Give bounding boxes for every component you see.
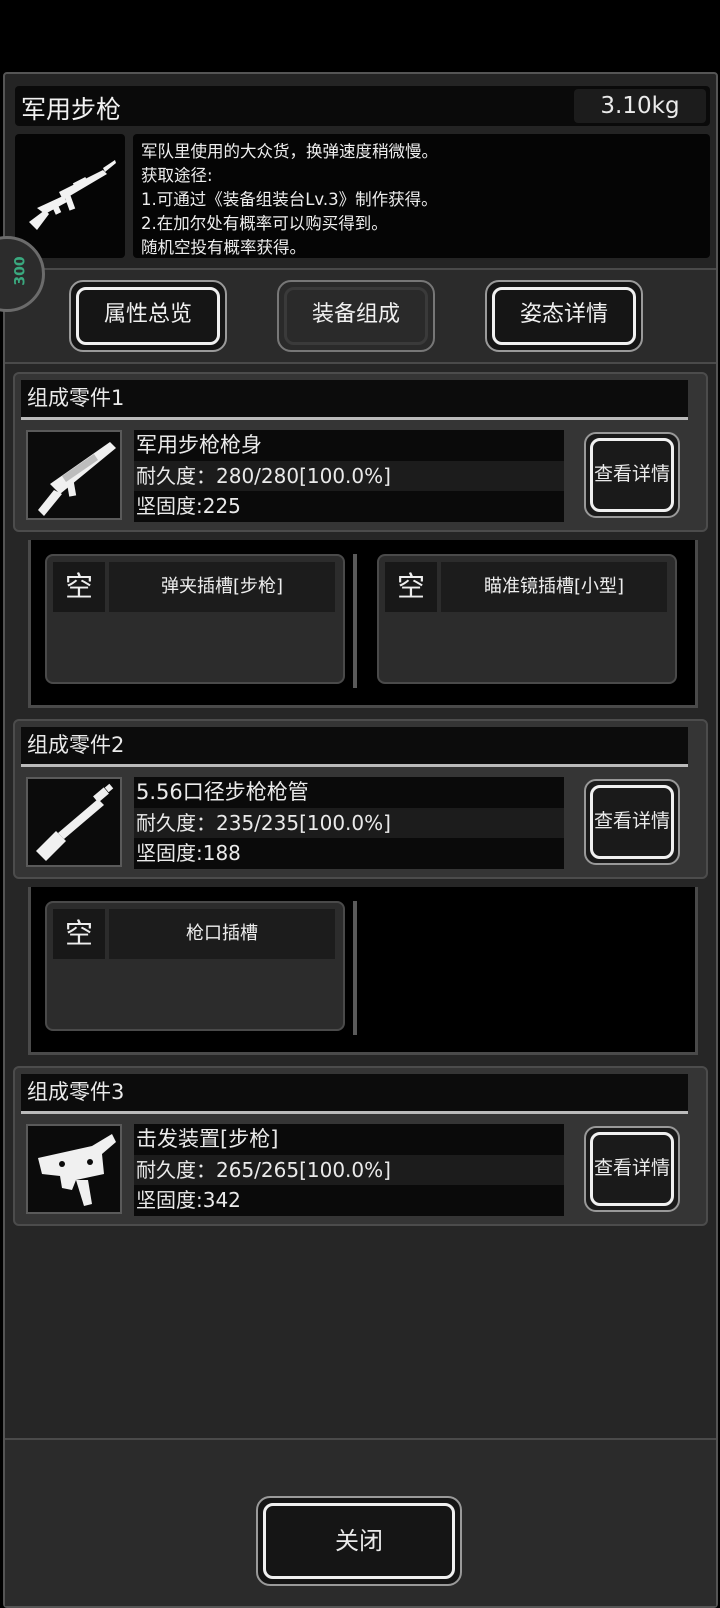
part-hardness: 坚固度:188 [134, 838, 564, 869]
slot-empty-indicator: 空 [53, 909, 105, 959]
part-card: 组成零件1 军用步枪枪身 耐久度：280/280[100.0%] 坚固度:225… [13, 372, 708, 532]
part-name: 5.56口径步枪枪管 [134, 777, 564, 808]
part-name: 击发装置[步枪] [134, 1124, 564, 1155]
slot-row: 空 弹夹插槽[步枪] 空 瞄准镜插槽[小型] [28, 540, 698, 708]
description-line: 随机空投有概率获得。 [141, 238, 306, 257]
part-header: 组成零件1 [21, 380, 688, 420]
slot-divider [353, 901, 357, 1035]
slot-name: 枪口插槽 [109, 909, 335, 959]
rifle-icon [29, 160, 116, 230]
badge-mark: 300 [12, 256, 29, 286]
button-label: 关闭 [335, 1527, 383, 1555]
part-info: 5.56口径步枪枪管 耐久度：235/235[100.0%] 坚固度:188 [134, 777, 564, 869]
button-label: 查看详情 [593, 1157, 670, 1179]
divider [5, 268, 716, 270]
description-line: 2.在加尔处有概率可以购买得到。 [141, 214, 388, 233]
tab-label: 装备组成 [311, 302, 400, 327]
slot-divider [353, 554, 357, 688]
slot-magazine[interactable]: 空 弹夹插槽[步枪] [45, 554, 345, 684]
slot-empty-indicator: 空 [385, 562, 437, 612]
part-icon-box [26, 430, 122, 520]
view-details-button[interactable]: 查看详情 [584, 1126, 680, 1212]
part-header: 组成零件2 [21, 727, 688, 767]
part-durability: 耐久度：265/265[100.0%] [134, 1154, 564, 1186]
slot-name: 瞄准镜插槽[小型] [441, 562, 667, 612]
close-button[interactable]: 关闭 [256, 1496, 462, 1586]
description-line: 1.可通过《装备组装台Lv.3》制作获得。 [141, 190, 438, 209]
title-bar: 军用步枪 3.10kg [15, 86, 710, 126]
description-line: 军队里使用的大众货，换弹速度稍微慢。 [141, 142, 438, 161]
part-info: 击发装置[步枪] 耐久度：265/265[100.0%] 坚固度:342 [134, 1124, 564, 1216]
slot-scope[interactable]: 空 瞄准镜插槽[小型] [377, 554, 677, 684]
view-details-button[interactable]: 查看详情 [584, 432, 680, 518]
part-durability: 耐久度：280/280[100.0%] [134, 460, 564, 492]
slot-name: 弹夹插槽[步枪] [109, 562, 335, 612]
button-label: 查看详情 [593, 810, 670, 832]
part-durability: 耐久度：235/235[100.0%] [134, 807, 564, 839]
part-hardness: 坚固度:225 [134, 491, 564, 522]
part-header: 组成零件3 [21, 1074, 688, 1114]
slot-row: 空 枪口插槽 [28, 887, 698, 1055]
slot-empty-indicator: 空 [53, 562, 105, 612]
part-icon-box [26, 1124, 122, 1214]
part-icon-box [26, 777, 122, 867]
rifle-body-icon [38, 442, 116, 516]
part-hardness: 坚固度:342 [134, 1185, 564, 1216]
tab-equipment-composition[interactable]: 装备组成 [277, 280, 435, 352]
tab-attributes-overview[interactable]: 属性总览 [69, 280, 227, 352]
part-card: 组成零件2 5.56口径步枪枪管 耐久度：235/235[100.0%] 坚固度… [13, 719, 708, 879]
part-name: 军用步枪枪身 [134, 430, 564, 461]
item-detail-panel: 军用步枪 3.10kg 军队里使用的大众货，换弹速度稍微慢。 获取途径: 1.可… [0, 72, 718, 1608]
description-line: 获取途径: [141, 166, 213, 185]
item-icon-box [15, 134, 125, 258]
tab-stance-details[interactable]: 姿态详情 [485, 280, 643, 352]
slot-muzzle[interactable]: 空 枪口插槽 [45, 901, 345, 1031]
item-weight: 3.10kg [574, 89, 706, 123]
part-info: 军用步枪枪身 耐久度：280/280[100.0%] 坚固度:225 [134, 430, 564, 522]
status-bar-area [0, 0, 720, 72]
view-details-button[interactable]: 查看详情 [584, 779, 680, 865]
item-name: 军用步枪 [21, 95, 122, 124]
barrel-icon [36, 783, 114, 861]
part-card: 组成零件3 击发装置[步枪] 耐久度：265/265[100.0%] 坚固度:3… [13, 1066, 708, 1226]
tab-label: 属性总览 [103, 302, 192, 327]
trigger-mechanism-icon [38, 1134, 116, 1206]
tab-label: 姿态详情 [519, 302, 608, 327]
button-label: 查看详情 [593, 463, 670, 485]
item-description: 军队里使用的大众货，换弹速度稍微慢。 获取途径: 1.可通过《装备组装台Lv.3… [133, 134, 710, 258]
